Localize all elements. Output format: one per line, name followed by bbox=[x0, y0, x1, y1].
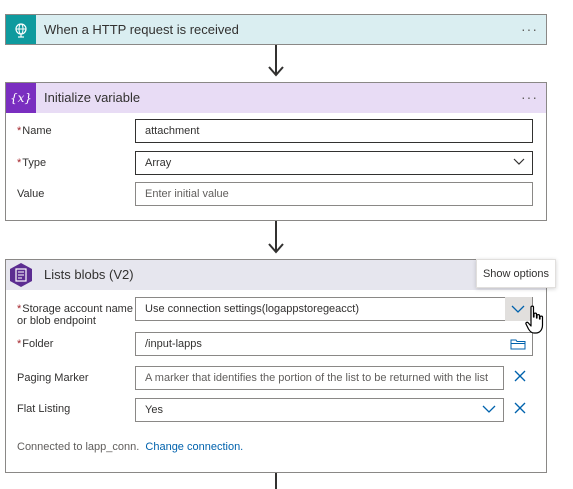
value-label-text: Value bbox=[17, 188, 45, 200]
storage-account-label: *Storage account name or blob endpoint bbox=[17, 303, 133, 327]
folder-input-value: /input-lapps bbox=[145, 338, 202, 350]
card-header[interactable]: Lists blobs (V2) bbox=[6, 260, 546, 290]
type-dropdown-value: Array bbox=[145, 157, 172, 169]
required-marker: * bbox=[17, 157, 22, 169]
storage-account-value: Use connection settings(logappstoregeacc… bbox=[145, 303, 360, 315]
folder-label-text: Folder bbox=[22, 338, 54, 350]
card-title: Lists blobs (V2) bbox=[44, 267, 134, 282]
name-input-value: attachment bbox=[145, 125, 200, 137]
chevron-down-icon bbox=[482, 405, 496, 413]
storage-account-dropdown[interactable]: Use connection settings(logappstoregeacc… bbox=[135, 297, 533, 321]
connection-name: Connected to lapp_conn. bbox=[17, 441, 140, 453]
hand-cursor-icon bbox=[525, 305, 544, 334]
connector-line bbox=[275, 473, 277, 489]
type-dropdown[interactable]: Array bbox=[135, 151, 533, 175]
more-options-icon[interactable]: ··· bbox=[521, 15, 538, 43]
http-trigger-card[interactable]: When a HTTP request is received ··· bbox=[5, 14, 547, 45]
storage-label-line1: Storage account name bbox=[22, 303, 133, 315]
flat-listing-label: Flat Listing bbox=[17, 403, 70, 415]
folder-label: *Folder bbox=[17, 338, 53, 350]
connection-info: Connected to lapp_conn. Change connectio… bbox=[17, 441, 243, 453]
tooltip-text: Show options bbox=[482, 268, 550, 280]
value-label: Value bbox=[17, 188, 44, 200]
paging-marker-input[interactable]: A marker that identifies the portion of … bbox=[135, 366, 504, 390]
variable-icon-text: {x} bbox=[9, 91, 33, 105]
required-marker: * bbox=[17, 125, 22, 137]
paging-marker-placeholder: A marker that identifies the portion of … bbox=[145, 372, 489, 384]
list-blobs-card[interactable]: Lists blobs (V2) *Storage account name o… bbox=[5, 259, 547, 473]
arrow-down-icon bbox=[268, 66, 284, 77]
folder-input[interactable]: /input-lapps bbox=[135, 332, 533, 356]
more-options-icon[interactable]: ··· bbox=[521, 83, 538, 111]
card-header[interactable]: When a HTTP request is received ··· bbox=[6, 15, 546, 44]
type-label: *Type bbox=[17, 157, 46, 169]
arrow-down-icon bbox=[268, 243, 284, 254]
globe-icon bbox=[6, 15, 36, 44]
folder-picker-icon[interactable] bbox=[510, 338, 526, 350]
remove-field-icon[interactable] bbox=[514, 402, 526, 414]
name-label: *Name bbox=[17, 125, 52, 137]
variable-icon: {x} bbox=[6, 83, 36, 113]
chevron-down-icon bbox=[511, 305, 525, 313]
type-label-text: Type bbox=[22, 157, 47, 169]
required-marker: * bbox=[17, 303, 22, 315]
card-title: Initialize variable bbox=[44, 90, 141, 105]
paging-marker-label: Paging Marker bbox=[17, 372, 89, 384]
paging-marker-label-text: Paging Marker bbox=[17, 372, 89, 384]
flat-listing-dropdown[interactable]: Yes bbox=[135, 398, 504, 422]
value-input-placeholder: Enter initial value bbox=[145, 188, 229, 200]
card-title: When a HTTP request is received bbox=[44, 22, 239, 37]
change-connection-link[interactable]: Change connection. bbox=[145, 441, 243, 453]
flat-listing-value: Yes bbox=[145, 404, 163, 416]
initialize-variable-card[interactable]: {x} Initialize variable ··· *Name attach… bbox=[5, 82, 547, 221]
storage-label-line2: or blob endpoint bbox=[17, 315, 96, 327]
blob-storage-icon bbox=[6, 260, 36, 290]
card-header[interactable]: {x} Initialize variable ··· bbox=[6, 83, 546, 113]
name-label-text: Name bbox=[22, 125, 52, 137]
chevron-down-icon bbox=[513, 158, 525, 165]
remove-field-icon[interactable] bbox=[514, 370, 526, 382]
value-input[interactable]: Enter initial value bbox=[135, 182, 533, 206]
show-options-tooltip: Show options bbox=[476, 259, 556, 288]
flat-listing-label-text: Flat Listing bbox=[17, 403, 71, 415]
required-marker: * bbox=[17, 338, 22, 350]
name-input[interactable]: attachment bbox=[135, 119, 533, 143]
